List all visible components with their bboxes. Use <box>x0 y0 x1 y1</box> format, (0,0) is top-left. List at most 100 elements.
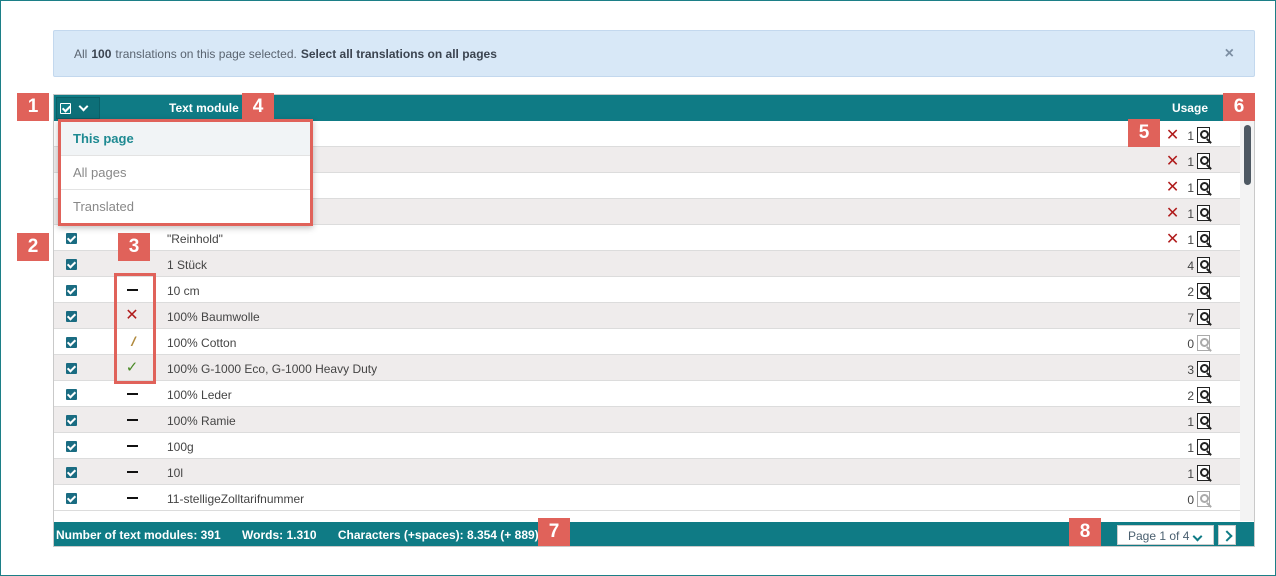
row-checkbox[interactable] <box>66 233 77 244</box>
row-checkbox[interactable] <box>66 259 77 270</box>
usage-cell: 1 <box>1187 439 1212 456</box>
table-row[interactable]: 10l 1 <box>54 459 1240 485</box>
row-checkbox[interactable] <box>66 493 77 504</box>
table-row[interactable]: 100% Leder 2 <box>54 381 1240 407</box>
next-page-button[interactable] <box>1218 525 1236 545</box>
callout-4: 4 <box>242 93 274 121</box>
callout-2: 2 <box>17 233 49 261</box>
table-row[interactable]: 11-stelligeZolltarifnummer 0 <box>54 485 1240 511</box>
find-usage-icon[interactable] <box>1195 179 1212 196</box>
text-module-cell: 100% Ramie <box>167 414 236 428</box>
table-row[interactable]: ✓ 100% G-1000 Eco, G-1000 Heavy Duty 3 <box>54 355 1240 381</box>
banner-prefix: All <box>74 46 88 61</box>
text-module-cell: 10 cm <box>167 284 200 298</box>
option-this-page[interactable]: This page <box>61 122 310 156</box>
text-module-cell: 100% Baumwolle <box>167 310 260 324</box>
delete-icon[interactable]: ✕ <box>1166 179 1179 195</box>
row-checkbox[interactable] <box>66 285 77 296</box>
find-usage-icon[interactable] <box>1195 413 1212 430</box>
usage-cell: ✕ 1 <box>1166 153 1212 170</box>
table-row[interactable]: 100% Ramie 1 <box>54 407 1240 433</box>
delete-icon[interactable]: ✕ <box>1166 231 1179 247</box>
text-module-cell: "Reinhold" <box>167 232 223 246</box>
callout-3: 3 <box>118 233 150 261</box>
usage-cell: 1 <box>1187 413 1212 430</box>
text-module-cell: 100g <box>167 440 194 454</box>
usage-cell: 1 <box>1187 465 1212 482</box>
scrollbar-thumb[interactable] <box>1244 125 1251 185</box>
status-untranslated-icon <box>120 436 144 456</box>
find-usage-icon[interactable] <box>1195 153 1212 170</box>
callout-6: 6 <box>1223 93 1255 121</box>
usage-count: 1 <box>1187 440 1194 455</box>
delete-icon[interactable]: ✕ <box>1166 205 1179 221</box>
usage-cell: ✕ 1 <box>1166 179 1212 196</box>
usage-cell: 2 <box>1187 283 1212 300</box>
find-usage-icon[interactable] <box>1195 465 1212 482</box>
module-count: Number of text modules: 391 <box>56 528 221 542</box>
status-untranslated-icon <box>120 410 144 430</box>
find-usage-icon[interactable] <box>1195 283 1212 300</box>
column-header-text-module[interactable]: Text module <box>169 101 239 115</box>
usage-count: 2 <box>1187 284 1194 299</box>
row-checkbox[interactable] <box>66 441 77 452</box>
usage-cell: ✕ 1 <box>1166 205 1212 222</box>
close-icon[interactable]: × <box>1225 45 1234 63</box>
find-usage-icon[interactable] <box>1195 491 1212 508</box>
text-module-cell: 100% G-1000 Eco, G-1000 Heavy Duty <box>167 362 378 376</box>
row-checkbox[interactable] <box>66 311 77 322</box>
usage-cell: 4 <box>1187 257 1212 274</box>
callout-5: 5 <box>1128 119 1160 147</box>
find-usage-icon[interactable] <box>1195 309 1212 326</box>
text-module-cell: 1 Stück <box>167 258 208 272</box>
page-select[interactable]: Page 1 of 4 <box>1117 525 1214 545</box>
option-all-pages[interactable]: All pages <box>61 156 310 190</box>
usage-count: 1 <box>1187 180 1194 195</box>
table-row[interactable]: 1 Stück 4 <box>54 251 1240 277</box>
row-checkbox[interactable] <box>66 467 77 478</box>
usage-cell: 0 <box>1187 335 1212 352</box>
find-usage-icon[interactable] <box>1195 205 1212 222</box>
usage-count: 1 <box>1187 154 1194 169</box>
find-usage-icon[interactable] <box>1195 387 1212 404</box>
usage-cell: 7 <box>1187 309 1212 326</box>
column-header-usage[interactable]: Usage <box>1172 101 1208 115</box>
table-row[interactable]: 10 cm 2 <box>54 277 1240 303</box>
find-usage-icon[interactable] <box>1195 231 1212 248</box>
callout-8: 8 <box>1069 518 1101 546</box>
table-row[interactable]: "Reinhold" ✕ 1 <box>54 225 1240 251</box>
page-select-label: Page 1 of 4 <box>1128 529 1190 543</box>
select-all-pages-link[interactable]: Select all translations on all pages <box>301 47 497 61</box>
chevron-down-icon <box>78 101 89 111</box>
status-untranslated-icon <box>120 488 144 508</box>
selection-banner: All 100 translations on this page selected… <box>53 30 1255 77</box>
usage-count: 1 <box>1187 206 1194 221</box>
row-checkbox[interactable] <box>66 415 77 426</box>
table-row[interactable]: 100g 1 <box>54 433 1240 459</box>
banner-count: 100 <box>91 46 112 61</box>
find-usage-icon[interactable] <box>1195 335 1212 352</box>
option-translated[interactable]: Translated <box>61 190 310 224</box>
find-usage-icon[interactable] <box>1195 361 1212 378</box>
table-row[interactable]: //100% Cotton 0 <box>54 329 1240 355</box>
usage-cell: ✕ 1 <box>1166 127 1212 144</box>
row-checkbox[interactable] <box>66 389 77 400</box>
find-usage-icon[interactable] <box>1195 127 1212 144</box>
table-row[interactable]: ✕ 100% Baumwolle 7 <box>54 303 1240 329</box>
delete-icon[interactable]: ✕ <box>1166 127 1179 143</box>
usage-cell: 3 <box>1187 361 1212 378</box>
vertical-scrollbar[interactable] <box>1240 121 1254 521</box>
table-header: Text module Usage <box>54 95 1254 121</box>
row-checkbox[interactable] <box>66 363 77 374</box>
delete-icon[interactable]: ✕ <box>1166 153 1179 169</box>
word-count: Words: 1.310 <box>242 528 317 542</box>
usage-count: 1 <box>1187 232 1194 247</box>
usage-count: 0 <box>1187 492 1194 507</box>
find-usage-icon[interactable] <box>1195 257 1212 274</box>
usage-cell: 2 <box>1187 387 1212 404</box>
callout-1: 1 <box>17 93 49 121</box>
row-checkbox[interactable] <box>66 337 77 348</box>
select-all-dropdown-button[interactable] <box>56 97 100 119</box>
usage-count: 1 <box>1187 466 1194 481</box>
find-usage-icon[interactable] <box>1195 439 1212 456</box>
